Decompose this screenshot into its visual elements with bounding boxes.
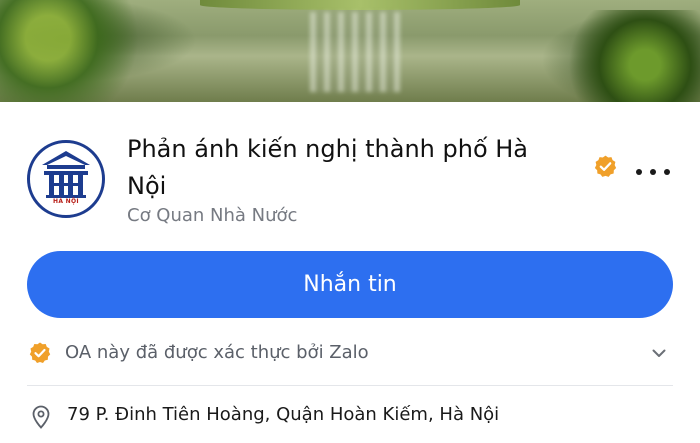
logo-caption: HÀ NỘI	[53, 198, 79, 205]
divider	[27, 385, 673, 386]
more-options-button[interactable]	[636, 165, 670, 179]
more-dot-icon	[636, 169, 642, 175]
address-text: 79 P. Đinh Tiên Hoàng, Quận Hoàn Kiếm, H…	[67, 404, 500, 425]
category-label: Cơ Quan Nhà Nước	[127, 205, 298, 226]
more-dot-icon	[664, 169, 670, 175]
verified-badge-icon	[29, 342, 51, 363]
cover-photo	[0, 0, 700, 102]
verification-text: OA này đã được xác thực bởi Zalo	[65, 342, 369, 363]
chevron-down-icon[interactable]	[651, 345, 667, 361]
location-pin-icon	[32, 405, 50, 429]
address-row[interactable]: 79 P. Đinh Tiên Hoàng, Quận Hoàn Kiếm, H…	[27, 400, 673, 434]
more-dot-icon	[650, 169, 656, 175]
page-title: Phản ánh kiến nghị thành phố Hà Nội	[127, 135, 529, 200]
verification-row[interactable]: OA này đã được xác thực bởi Zalo	[27, 337, 673, 369]
send-message-button[interactable]: Nhắn tin	[27, 251, 673, 318]
avatar[interactable]: HÀ NỘI	[27, 140, 105, 218]
verified-badge-icon	[594, 155, 617, 177]
